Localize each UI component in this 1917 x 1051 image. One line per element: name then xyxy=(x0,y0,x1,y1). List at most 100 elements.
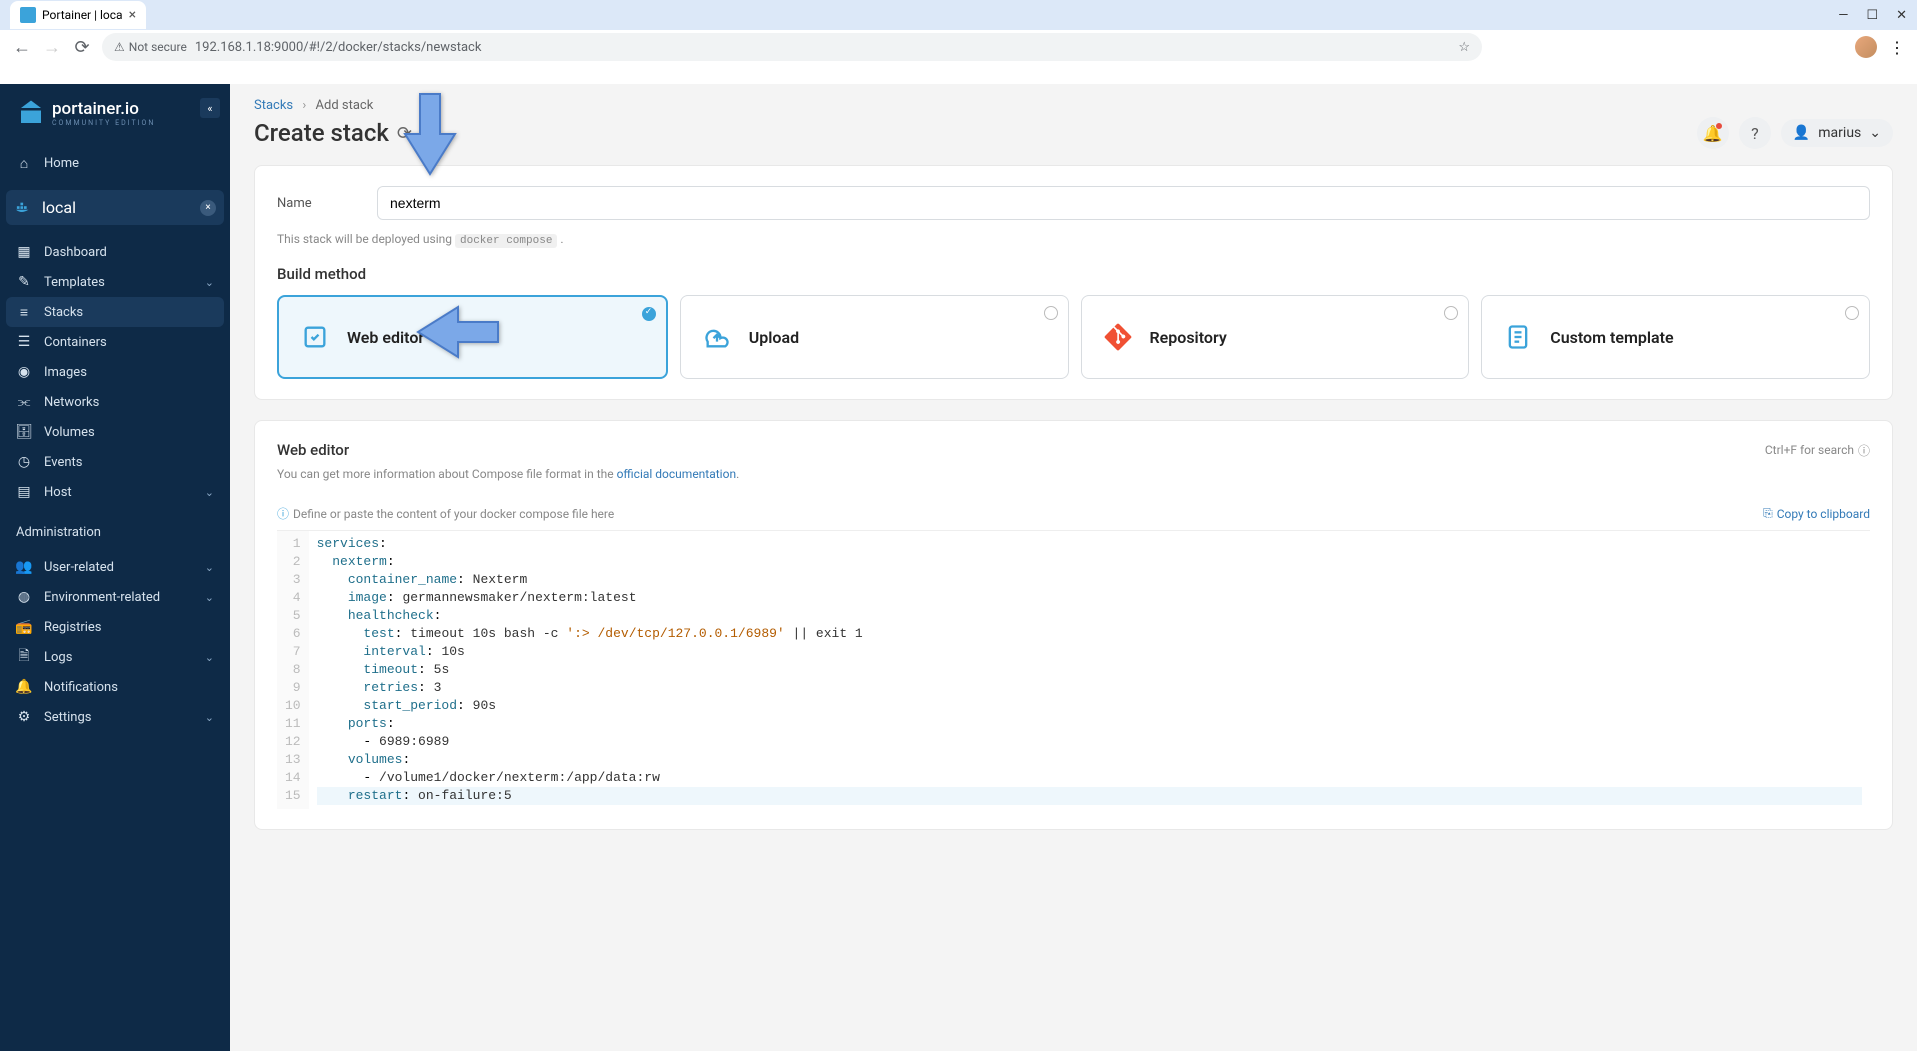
sidebar-item-containers[interactable]: ☰Containers xyxy=(0,327,230,357)
sidebar-environment[interactable]: local × xyxy=(6,190,224,225)
logo-subtitle: COMMUNITY EDITION xyxy=(52,119,155,127)
sidebar-item-stacks[interactable]: ≡Stacks xyxy=(6,297,224,327)
warning-icon: ⚠ xyxy=(114,40,125,54)
build-method-web-editor[interactable]: Web editor xyxy=(277,295,668,379)
disc-icon: ◉ xyxy=(16,364,32,380)
web-editor-card: Web editor Ctrl+F for search ⓘ You can g… xyxy=(254,420,1893,830)
notification-dot-icon xyxy=(1716,123,1722,129)
globe-icon: ◍ xyxy=(16,589,32,605)
window-maximize-icon[interactable]: ☐ xyxy=(1866,8,1878,23)
stack-name-input[interactable] xyxy=(377,186,1870,220)
code-line[interactable]: healthcheck: xyxy=(317,607,1862,625)
code-line[interactable]: timeout: 5s xyxy=(317,661,1862,679)
edit-icon: ✎ xyxy=(16,274,32,290)
sidebar-admin-environment-related[interactable]: ◍Environment-related⌄ xyxy=(0,582,230,612)
sidebar-item-volumes[interactable]: 🗄Volumes xyxy=(0,417,230,447)
gear-icon: ⚙ xyxy=(16,709,32,725)
copy-to-clipboard-button[interactable]: ⎘ Copy to clipboard xyxy=(1763,506,1870,521)
method-radio-icon xyxy=(1444,306,1458,320)
chrome-menu-icon[interactable]: ⋮ xyxy=(1889,38,1905,57)
chevron-down-icon: ⌄ xyxy=(205,711,214,724)
home-icon: ⌂ xyxy=(16,155,32,171)
help-button[interactable]: ? xyxy=(1739,117,1771,149)
sidebar-admin-settings[interactable]: ⚙Settings⌄ xyxy=(0,702,230,732)
content-gap xyxy=(0,64,1917,84)
name-label: Name xyxy=(277,196,377,211)
code-line[interactable]: start_period: 90s xyxy=(317,697,1862,715)
nav-back-icon[interactable]: ← xyxy=(12,37,32,58)
sidebar-item-networks[interactable]: ⫘Networks xyxy=(0,387,230,417)
server-icon: ▤ xyxy=(16,484,32,500)
window-minimize-icon[interactable]: — xyxy=(1838,8,1848,23)
breadcrumb-root[interactable]: Stacks xyxy=(254,98,293,113)
code-line[interactable]: interval: 10s xyxy=(317,643,1862,661)
deploy-hint: This stack will be deployed using docker… xyxy=(277,232,1870,247)
method-radio-icon xyxy=(1845,306,1859,320)
sidebar-item-dashboard[interactable]: ▦Dashboard xyxy=(0,237,230,267)
grid-icon: ▦ xyxy=(16,244,32,260)
tab-close-icon[interactable]: × xyxy=(129,7,136,23)
copy-icon: ⎘ xyxy=(1763,506,1773,521)
bookmark-star-icon[interactable]: ☆ xyxy=(1458,40,1470,55)
radio-icon: 📻 xyxy=(16,619,32,635)
chevron-down-icon: ⌄ xyxy=(205,276,214,289)
method-radio-icon xyxy=(642,307,656,321)
info-icon: ⓘ xyxy=(277,505,289,522)
sidebar-item-templates[interactable]: ✎Templates⌄ xyxy=(0,267,230,297)
address-bar[interactable]: ⚠ Not secure 192.168.1.18:9000/#!/2/dock… xyxy=(102,33,1482,61)
chevron-down-icon: ⌄ xyxy=(1869,125,1881,141)
code-line[interactable]: restart: on-failure:5 xyxy=(317,787,1862,805)
method-radio-icon xyxy=(1044,306,1058,320)
build-method-upload[interactable]: Upload xyxy=(680,295,1069,379)
refresh-icon[interactable]: ⟳ xyxy=(397,123,412,144)
env-close-icon[interactable]: × xyxy=(200,200,216,216)
nav-forward-icon[interactable]: → xyxy=(42,37,62,58)
build-method-custom-template[interactable]: Custom template xyxy=(1481,295,1870,379)
user-menu[interactable]: 👤 marius ⌄ xyxy=(1781,119,1893,147)
method-icon xyxy=(1100,319,1136,355)
code-line[interactable]: volumes: xyxy=(317,751,1862,769)
logo-text: portainer.io xyxy=(52,99,155,119)
code-line[interactable]: image: germannewsmaker/nexterm:latest xyxy=(317,589,1862,607)
sidebar-admin-user-related[interactable]: 👥User-related⌄ xyxy=(0,552,230,582)
page-title: Create stack ⟳ xyxy=(254,119,412,147)
sidebar-admin-registries[interactable]: 📻Registries xyxy=(0,612,230,642)
browser-tab[interactable]: Portainer | loca × xyxy=(10,1,146,29)
method-icon xyxy=(699,319,735,355)
sidebar: portainer.io COMMUNITY EDITION « ⌂ Home … xyxy=(0,84,230,1051)
notifications-button[interactable]: 🔔 xyxy=(1697,117,1729,149)
sidebar-item-events[interactable]: ◷Events xyxy=(0,447,230,477)
sidebar-item-host[interactable]: ▤Host⌄ xyxy=(0,477,230,507)
code-line[interactable]: ports: xyxy=(317,715,1862,733)
editor-placeholder-hint: ⓘ Define or paste the content of your do… xyxy=(277,505,614,522)
build-method-repository[interactable]: Repository xyxy=(1081,295,1470,379)
code-line[interactable]: - 6989:6989 xyxy=(317,733,1862,751)
code-line[interactable]: container_name: Nexterm xyxy=(317,571,1862,589)
breadcrumb: Stacks › Add stack xyxy=(254,98,373,113)
not-secure-badge[interactable]: ⚠ Not secure xyxy=(114,40,187,54)
chevron-down-icon: ⌄ xyxy=(205,561,214,574)
sidebar-item-images[interactable]: ◉Images xyxy=(0,357,230,387)
code-line[interactable]: test: timeout 10s bash -c ':> /dev/tcp/1… xyxy=(317,625,1862,643)
window-close-icon[interactable]: ✕ xyxy=(1896,8,1907,23)
chevron-down-icon: ⌄ xyxy=(205,651,214,664)
code-line[interactable]: retries: 3 xyxy=(317,679,1862,697)
code-line[interactable]: nexterm: xyxy=(317,553,1862,571)
profile-avatar-icon[interactable] xyxy=(1855,36,1877,58)
help-circle-icon: ⓘ xyxy=(1858,442,1870,459)
editor-title: Web editor xyxy=(277,441,349,459)
sidebar-collapse-button[interactable]: « xyxy=(200,98,220,118)
sidebar-admin-logs[interactable]: 🗎Logs⌄ xyxy=(0,642,230,672)
browser-chrome: Portainer | loca × — ☐ ✕ ← → ⟳ ⚠ Not sec… xyxy=(0,0,1917,64)
code-line[interactable]: - /volume1/docker/nexterm:/app/data:rw xyxy=(317,769,1862,787)
tab-favicon-icon xyxy=(20,7,36,23)
list-icon: ☰ xyxy=(16,334,32,350)
sidebar-item-home[interactable]: ⌂ Home xyxy=(0,148,230,178)
sidebar-admin-notifications[interactable]: 🔔Notifications xyxy=(0,672,230,702)
nav-reload-icon[interactable]: ⟳ xyxy=(72,37,92,58)
tab-title: Portainer | loca xyxy=(42,8,123,22)
admin-section-title: Administration xyxy=(0,513,230,546)
docs-link[interactable]: official documentation xyxy=(617,467,737,481)
code-line[interactable]: services: xyxy=(317,535,1862,553)
code-editor[interactable]: 123456789101112131415 services: nexterm:… xyxy=(277,530,1870,809)
